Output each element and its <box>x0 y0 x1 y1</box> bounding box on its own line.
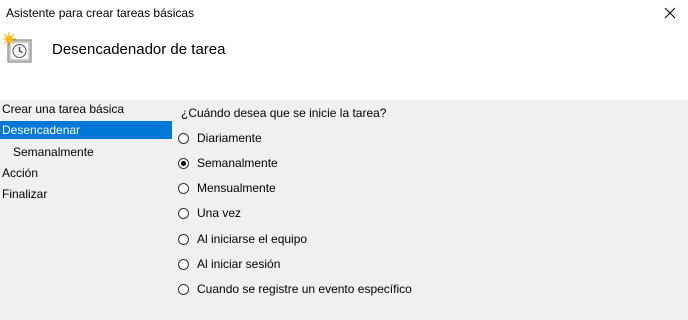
radio-option-iniciar-sesion[interactable]: Al iniciar sesión <box>178 255 280 273</box>
radio-button[interactable] <box>178 283 189 295</box>
radio-label: Semanalmente <box>197 156 278 170</box>
radio-label: Una vez <box>197 206 242 220</box>
nav-item-semanalmente[interactable]: Semanalmente <box>0 143 172 161</box>
nav-item-accion[interactable]: Acción <box>0 164 172 182</box>
nav-item-desencadenar[interactable]: Desencadenar <box>0 121 172 139</box>
radio-label: Al iniciarse el equipo <box>197 232 308 246</box>
task-scheduler-clock-icon <box>3 32 32 63</box>
radio-option-mensualmente[interactable]: Mensualmente <box>178 179 276 197</box>
radio-button[interactable] <box>178 233 189 245</box>
page-title: Desencadenador de tarea <box>52 41 226 58</box>
radio-option-semanalmente[interactable]: Semanalmente <box>178 154 278 172</box>
close-icon <box>664 7 676 19</box>
radio-label: Diariamente <box>197 131 262 145</box>
radio-option-evento-especifico[interactable]: Cuando se registre un evento específico <box>178 280 412 298</box>
radio-button[interactable] <box>178 207 189 219</box>
title-bar: Asistente para crear tareas básicas <box>0 0 688 28</box>
nav-item-label: Acción <box>2 166 39 180</box>
radio-label: Cuando se registre un evento específico <box>197 282 412 296</box>
trigger-question: ¿Cuándo desea que se inicie la tarea? <box>181 106 387 120</box>
radio-label: Mensualmente <box>197 181 276 195</box>
wizard-header: Desencadenador de tarea <box>0 28 688 100</box>
wizard-body: Crear una tarea básica Desencadenar Sema… <box>0 100 688 320</box>
nav-item-label: Finalizar <box>2 187 48 201</box>
radio-option-diariamente[interactable]: Diariamente <box>178 129 262 147</box>
nav-item-finalizar[interactable]: Finalizar <box>0 185 172 203</box>
radio-button[interactable] <box>178 157 189 169</box>
radio-label: Al iniciar sesión <box>197 257 281 271</box>
window-title: Asistente para crear tareas básicas <box>6 6 195 20</box>
nav-item-label: Crear una tarea básica <box>2 102 125 116</box>
radio-button[interactable] <box>178 258 189 270</box>
radio-button[interactable] <box>178 182 189 194</box>
close-button[interactable] <box>652 0 688 28</box>
radio-button[interactable] <box>178 132 189 144</box>
nav-item-crear-tarea[interactable]: Crear una tarea básica <box>0 100 172 118</box>
nav-item-label: Semanalmente <box>13 145 94 159</box>
wizard-step-nav: Crear una tarea básica Desencadenar Sema… <box>0 100 172 320</box>
radio-option-una-vez[interactable]: Una vez <box>178 204 241 222</box>
nav-item-label: Desencadenar <box>2 123 81 137</box>
radio-option-iniciarse-equipo[interactable]: Al iniciarse el equipo <box>178 230 307 248</box>
